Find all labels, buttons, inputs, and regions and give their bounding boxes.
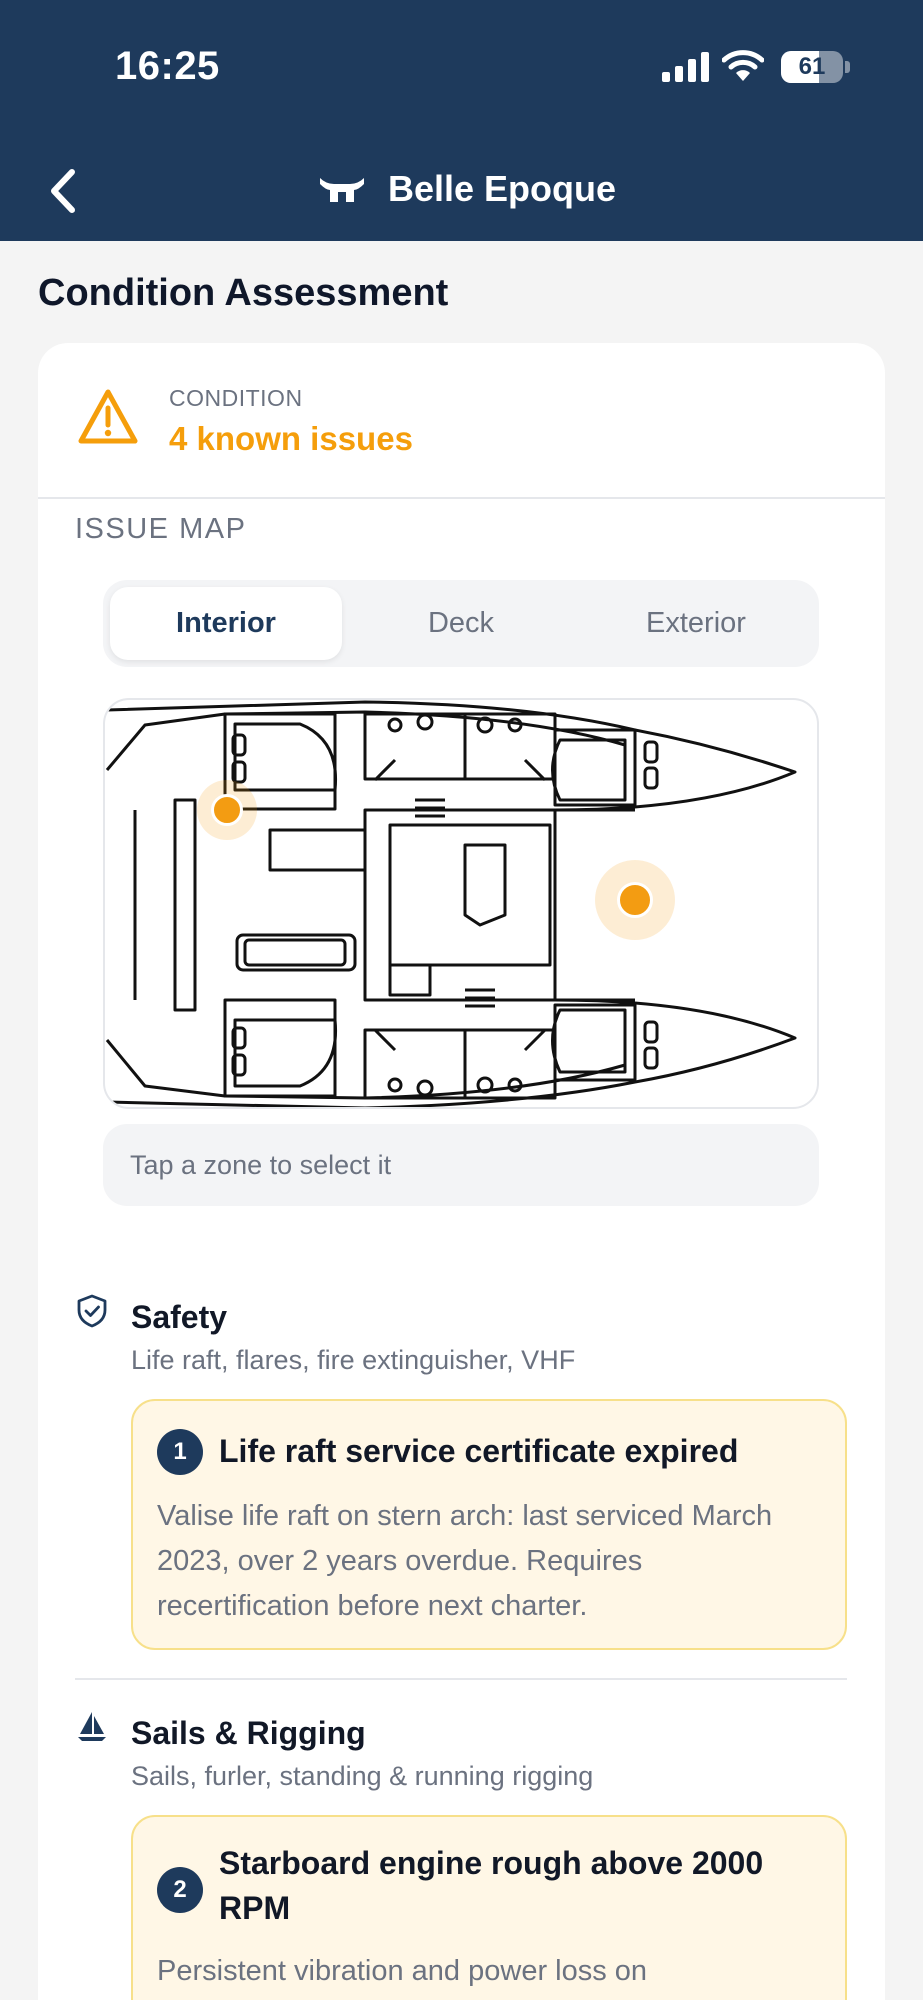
issue-marker-dot (617, 882, 653, 918)
issue-title: Starboard engine rough above 2000 RPM (219, 1845, 764, 1926)
issue-map-label: ISSUE MAP (75, 513, 247, 545)
issue-map[interactable] (103, 698, 819, 1109)
divider (38, 497, 885, 499)
wifi-icon (722, 50, 764, 81)
sailboat-icon (78, 1712, 106, 1741)
condition-value: 4 known issues (169, 420, 413, 457)
back-button[interactable] (44, 166, 84, 216)
catamaran-layout-diagram (105, 700, 797, 1107)
battery-icon: 61 (781, 51, 843, 83)
warning-icon (78, 389, 138, 444)
shield-check-icon (77, 1294, 107, 1328)
status-time: 16:25 (115, 44, 220, 88)
issue-number: 1 (157, 1429, 203, 1475)
issue-title: Life raft service certificate expired (219, 1433, 739, 1469)
condition-card: CONDITION 4 known issues ISSUE MAP Inter… (38, 343, 885, 2000)
tab-deck[interactable]: Deck (345, 587, 577, 660)
tab-exterior[interactable]: Exterior (580, 587, 812, 660)
section-divider (75, 1678, 847, 1680)
issue-marker[interactable] (595, 860, 675, 940)
issue-marker[interactable] (197, 780, 257, 840)
category-title-safety: Safety (131, 1299, 228, 1335)
battery-level: 61 (798, 53, 826, 80)
battery-tip (845, 61, 850, 73)
condition-label: CONDITION (169, 385, 303, 411)
issue-marker-dot (211, 794, 243, 826)
issue-card[interactable]: 2 Starboard engine rough above 2000 RPM … (131, 1815, 847, 2000)
tab-interior[interactable]: Interior (110, 587, 342, 660)
catamaran-icon (320, 178, 364, 202)
issue-card[interactable]: 1 Life raft service certificate expired … (131, 1399, 847, 1650)
zone-hint: Tap a zone to select it (103, 1124, 819, 1206)
top-bar: 16:25 61 Belle Epoque (0, 0, 923, 241)
issue-description: Valise life raft on stern arch: last ser… (157, 1500, 773, 1622)
page-title: Condition Assessment (38, 272, 449, 314)
map-view-tabs: Interior Deck Exterior (103, 580, 819, 667)
category-subtitle-sails: Sails, furler, standing & running riggin… (131, 1761, 594, 1791)
cellular-signal-icon (662, 52, 709, 82)
issue-description: Persistent vibration and power loss on (157, 1955, 648, 1987)
issue-number: 2 (157, 1867, 203, 1913)
nav-title: Belle Epoque (388, 168, 617, 209)
category-subtitle-safety: Life raft, flares, fire extinguisher, VH… (131, 1345, 576, 1375)
category-title-sails: Sails & Rigging (131, 1715, 366, 1751)
